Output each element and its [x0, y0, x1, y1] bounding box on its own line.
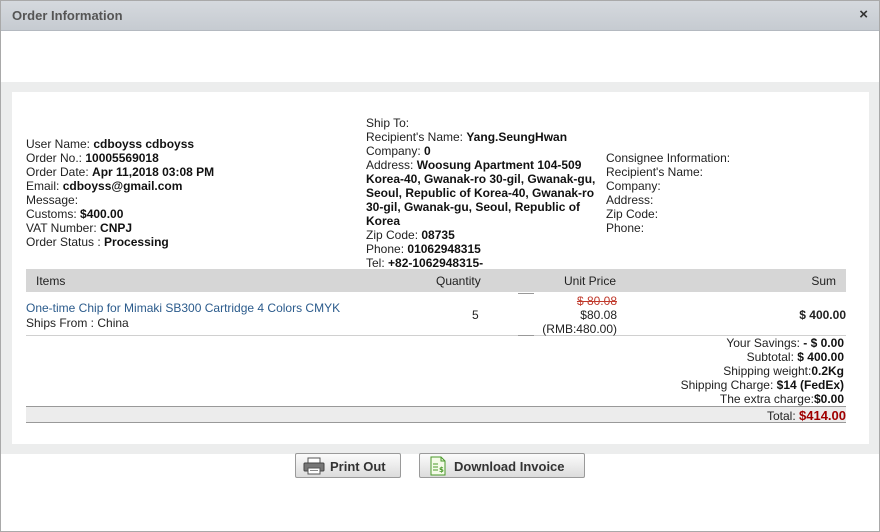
status-label: Order Status : — [26, 235, 101, 249]
print-out-label: Print Out — [330, 459, 386, 474]
savings-value: - $ 0.00 — [803, 336, 844, 350]
ships-from: Ships From : China — [26, 316, 129, 330]
message-label: Message: — [26, 193, 79, 207]
status-value: Processing — [104, 235, 169, 249]
close-icon[interactable]: × — [859, 6, 868, 23]
table-row: One-time Chip for Mimaki SB300 Cartridge… — [26, 294, 846, 336]
rmb-price: (RMB:480.00) — [542, 322, 617, 336]
weight-value: 0.2Kg — [811, 364, 844, 378]
items-table-header: Items Quantity Unit Price Sum — [26, 269, 846, 292]
zip-line: Zip Code: 08735 — [366, 228, 606, 242]
order-no-value: 10005569018 — [85, 151, 159, 165]
message-line: Message: — [26, 193, 214, 207]
charge-value: $14 (FedEx) — [776, 378, 844, 392]
customs-line: Customs: $400.00 — [26, 207, 214, 221]
unit-price-cell: $ 80.08 $80.08 (RMB:480.00) — [542, 294, 617, 336]
printer-icon — [303, 457, 325, 475]
order-dialog: Order Information × User Name: cdboyss c… — [0, 0, 880, 532]
subtotal-label: Subtotal: — [746, 350, 794, 364]
consignee-address-label: Address: — [606, 193, 654, 207]
quantity-value: 5 — [472, 308, 479, 322]
download-invoice-button[interactable]: $ Download Invoice — [419, 453, 585, 478]
invoice-icon: $ — [430, 456, 446, 476]
order-totals: Your Savings: - $ 0.00 Subtotal: $ 400.0… — [681, 336, 844, 406]
company-line: Company: 0 — [366, 144, 606, 158]
row-sum: $ 400.00 — [799, 308, 846, 322]
phone-value: 01062948315 — [407, 242, 481, 256]
subtotal-value: $ 400.00 — [797, 350, 844, 364]
phone-line: Phone: 01062948315 — [366, 242, 606, 256]
divider — [518, 335, 534, 336]
zip-value: 08735 — [421, 228, 455, 242]
extra-label: The extra charge: — [719, 392, 814, 406]
phone-label: Phone: — [366, 242, 405, 256]
subtotal-line: Subtotal: $ 400.00 — [681, 350, 844, 364]
user-info: User Name: cdboyss cdboyss Order No.: 10… — [26, 137, 214, 249]
vat-value: CNPJ — [100, 221, 133, 235]
user-name-label: User Name: — [26, 137, 91, 151]
charge-line: Shipping Charge: $14 (FedEx) — [681, 378, 844, 392]
extra-value: $0.00 — [813, 392, 844, 406]
consignee-info: Consignee Information: Recipient's Name:… — [606, 151, 730, 235]
total-value: $414.00 — [799, 408, 846, 423]
recipient-label: Recipient's Name: — [366, 130, 463, 144]
product-link[interactable]: One-time Chip for Mimaki SB300 Cartridge… — [26, 301, 340, 315]
extra-line: The extra charge:$0.00 — [681, 392, 844, 406]
dialog-title: Order Information — [12, 8, 123, 23]
user-name-line: User Name: cdboyss cdboyss — [26, 137, 214, 151]
divider — [518, 293, 534, 294]
ship-to-heading: Ship To: — [366, 116, 410, 130]
order-date-label: Order Date: — [26, 165, 89, 179]
consignee-phone-label: Phone: — [606, 221, 645, 235]
address-label: Address: — [366, 158, 414, 172]
email-value: cdboyss@gmail.com — [62, 179, 183, 193]
savings-line: Your Savings: - $ 0.00 — [681, 336, 844, 350]
recipient-value: Yang.SeungHwan — [466, 130, 568, 144]
email-line: Email: cdboyss@gmail.com — [26, 179, 214, 193]
current-price: $80.08 — [580, 308, 617, 322]
order-date-line: Order Date: Apr 11,2018 03:08 PM — [26, 165, 214, 179]
print-out-button[interactable]: Print Out — [295, 453, 401, 478]
vat-label: VAT Number: — [26, 221, 97, 235]
email-label: Email: — [26, 179, 60, 193]
order-date-value: Apr 11,2018 03:08 PM — [92, 165, 215, 179]
old-price: $ 80.08 — [576, 294, 617, 308]
company-label: Company: — [366, 144, 421, 158]
tel-line: Tel: +82-1062948315- — [366, 256, 606, 270]
user-name-value: cdboyss cdboyss — [93, 137, 195, 151]
consignee-company-label: Company: — [606, 179, 661, 193]
status-line: Order Status : Processing — [26, 235, 214, 249]
weight-line: Shipping weight:0.2Kg — [681, 364, 844, 378]
dialog-titlebar[interactable]: Order Information × — [1, 1, 879, 31]
svg-text:$: $ — [439, 466, 444, 474]
tel-label: Tel: — [366, 256, 385, 270]
col-unit-price: Unit Price — [564, 274, 617, 288]
weight-label: Shipping weight: — [723, 364, 812, 378]
total-label: Total: — [766, 409, 796, 423]
col-sum: Sum — [811, 274, 836, 288]
download-invoice-label: Download Invoice — [454, 459, 565, 474]
company-value: 0 — [424, 144, 431, 158]
savings-label: Your Savings: — [726, 336, 800, 350]
customs-value: $400.00 — [80, 207, 124, 221]
consignee-recipient-label: Recipient's Name: — [606, 165, 703, 179]
consignee-heading: Consignee Information: — [606, 151, 731, 165]
address-line: Address: Woosung Apartment 104-509 Korea… — [366, 158, 606, 228]
col-items: Items — [36, 274, 66, 288]
order-no-label: Order No.: — [26, 151, 83, 165]
total-line: Total: $414.00 — [767, 408, 846, 423]
ship-to-info: Ship To: Recipient's Name: Yang.SeungHwa… — [366, 116, 606, 270]
tel-value: +82-1062948315- — [388, 256, 484, 270]
vat-line: VAT Number: CNPJ — [26, 221, 214, 235]
total-bar: Total: $414.00 — [26, 406, 846, 423]
customs-label: Customs: — [26, 207, 77, 221]
recipient-line: Recipient's Name: Yang.SeungHwan — [366, 130, 606, 144]
charge-label: Shipping Charge: — [680, 378, 774, 392]
col-quantity: Quantity — [436, 274, 481, 288]
zip-label: Zip Code: — [366, 228, 419, 242]
order-no-line: Order No.: 10005569018 — [26, 151, 214, 165]
consignee-zip-label: Zip Code: — [606, 207, 659, 221]
